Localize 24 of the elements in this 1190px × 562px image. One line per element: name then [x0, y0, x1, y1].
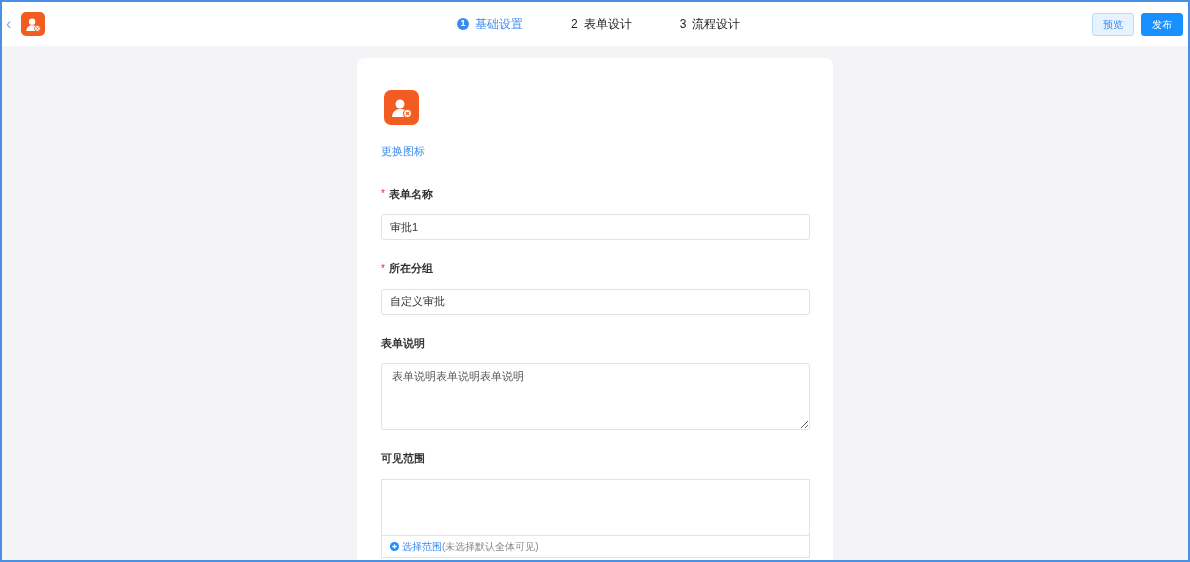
back-icon[interactable]: ‹	[6, 16, 12, 32]
field-label: 表单说明	[381, 335, 425, 351]
select-scope-link[interactable]: 选择范围	[402, 538, 442, 554]
scope-hint: (未选择默认全体可见)	[442, 539, 539, 554]
form-icon	[384, 90, 419, 125]
field-label: 所在分组	[388, 261, 433, 276]
input-field[interactable]: 审批1	[381, 214, 810, 240]
add-icon	[390, 541, 399, 551]
step-tab[interactable]: 表单设计	[583, 15, 632, 33]
app-logo-icon	[21, 12, 46, 36]
publish-button[interactable]: 发布	[1141, 12, 1183, 36]
input-field[interactable]: 自定义审批	[381, 288, 810, 315]
step-number: 3	[679, 16, 687, 33]
preview-button[interactable]: 预览	[1092, 12, 1134, 36]
required-mark: *	[381, 261, 385, 276]
step-number: 2	[571, 16, 578, 33]
textarea-field[interactable]: 表单说明表单说明表单说明	[381, 363, 810, 430]
field-label: 可见范围	[381, 451, 425, 466]
step-number: 1	[457, 18, 469, 30]
step-tab[interactable]: 流程设计	[692, 15, 741, 33]
field-label: 表单名称	[388, 186, 433, 202]
required-mark: *	[381, 187, 385, 202]
step-tab[interactable]: 基础设置	[475, 15, 523, 33]
change-icon-link[interactable]: 更换图标	[381, 143, 425, 160]
